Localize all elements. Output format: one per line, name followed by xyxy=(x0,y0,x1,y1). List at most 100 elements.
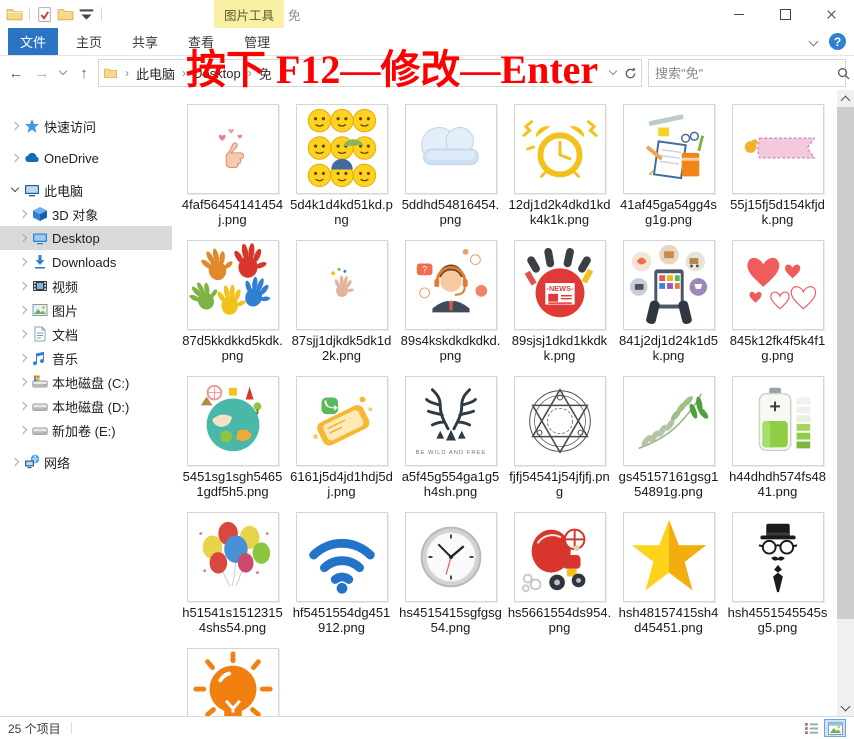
hexagram-thumbnail[interactable] xyxy=(513,376,606,466)
chevron-right-icon[interactable] xyxy=(16,230,32,246)
chevron-right-icon[interactable] xyxy=(16,254,32,270)
banner-thumbnail[interactable] xyxy=(731,104,824,194)
tablet-shopping-thumbnail[interactable] xyxy=(622,240,715,330)
vertical-scrollbar[interactable] xyxy=(837,90,854,717)
travel-globe-thumbnail[interactable] xyxy=(186,376,279,466)
cloud-thumbnail[interactable] xyxy=(404,104,497,194)
file-tile[interactable]: 5ddhd54816454.png xyxy=(396,104,505,240)
file-tile[interactable]: fjfj54541j54jfjfj.png xyxy=(505,376,614,512)
properties-check-icon[interactable] xyxy=(36,6,53,23)
file-tile[interactable]: 87d5kkdkkd5kdk.png xyxy=(178,240,287,376)
tab-manage[interactable]: 管理 xyxy=(232,28,282,55)
minimize-button[interactable] xyxy=(716,0,762,28)
chevron-right-icon[interactable] xyxy=(16,302,32,318)
file-tile[interactable]: hsh48157415sh4d45451.png xyxy=(614,512,723,648)
scroll-up-icon[interactable] xyxy=(837,90,854,107)
history-chevron-icon[interactable] xyxy=(56,68,70,78)
new-folder-icon[interactable] xyxy=(57,6,74,23)
tab-file[interactable]: 文件 xyxy=(8,28,59,55)
collapse-ribbon-icon[interactable] xyxy=(809,37,819,47)
file-tile[interactable]: BE WILD AND FREE a5f45g554ga1g5h4sh.png xyxy=(396,376,505,512)
news-mics-thumbnail[interactable]: -NEWS- xyxy=(513,240,606,330)
sidebar-item-videos[interactable]: 视频 xyxy=(0,274,172,298)
chevron-right-icon[interactable] xyxy=(16,350,32,366)
file-tile[interactable]: 5d4k1d4kd51kd.png xyxy=(287,104,396,240)
file-tile[interactable]: hsh4551545545sg5.png xyxy=(723,512,832,648)
sidebar-item-pictures[interactable]: 图片 xyxy=(0,298,172,322)
sidebar-item-documents[interactable]: 文档 xyxy=(0,322,172,346)
up-icon[interactable]: ↑ xyxy=(72,65,96,82)
scroll-down-icon[interactable] xyxy=(837,700,854,717)
sidebar-item-quick-access[interactable]: 快速访问 xyxy=(0,114,172,138)
chevron-right-icon[interactable] xyxy=(16,326,32,342)
chevron-right-icon[interactable] xyxy=(16,206,32,222)
breadcrumb-current-folder[interactable]: 免 xyxy=(259,64,272,83)
maximize-button[interactable] xyxy=(762,0,808,28)
details-view-button[interactable] xyxy=(800,719,822,737)
file-tile[interactable]: h51541s15123154shs54.png xyxy=(178,512,287,648)
address-bar[interactable]: › 此电脑 › Desktop › 免 xyxy=(98,59,642,87)
chevron-right-icon[interactable] xyxy=(16,374,32,390)
file-tile[interactable]: hs4515415sgfgsg54.png xyxy=(396,512,505,648)
file-tile[interactable]: gs45157161gsg154891g.png xyxy=(614,376,723,512)
chevron-right-icon[interactable] xyxy=(16,278,32,294)
file-tile[interactable]: -NEWS- 89sjsj1dkd1kkdkk.png xyxy=(505,240,614,376)
sidebar-item-desktop[interactable]: Desktop xyxy=(0,226,172,250)
tab-view[interactable]: 查看 xyxy=(176,28,226,55)
gold-star-thumbnail[interactable] xyxy=(622,512,715,602)
sidebar-item-music[interactable]: 音乐 xyxy=(0,346,172,370)
sidebar-item-disk-e[interactable]: 新加卷 (E:) xyxy=(0,418,172,442)
file-tile[interactable]: ? 89s4kskdkdkdkd.png xyxy=(396,240,505,376)
battery-thumbnail[interactable] xyxy=(731,376,824,466)
file-tile[interactable]: 841j2dj1d24k1d5k.png xyxy=(614,240,723,376)
stationery-thumbnail[interactable] xyxy=(622,104,715,194)
chevron-right-icon[interactable] xyxy=(16,398,32,414)
chevron-right-icon[interactable] xyxy=(16,422,32,438)
folder-icon[interactable] xyxy=(6,6,23,23)
handprints-thumbnail[interactable] xyxy=(186,240,279,330)
chevron-down-icon[interactable] xyxy=(8,182,24,198)
sidebar-item-this-pc[interactable]: 此电脑 xyxy=(0,178,172,202)
refresh-icon[interactable] xyxy=(624,67,637,80)
chevron-right-icon[interactable] xyxy=(8,150,24,166)
file-tile[interactable]: hs5661554ds954.png xyxy=(505,512,614,648)
sidebar-item-disk-c[interactable]: 本地磁盘 (C:) xyxy=(0,370,172,394)
thumbs-up-hearts-thumbnail[interactable] xyxy=(186,104,279,194)
chevron-right-icon[interactable] xyxy=(8,454,24,470)
leaves-thumbnail[interactable] xyxy=(622,376,715,466)
file-tile[interactable]: 6161j5d4jd1hdj5dj.png xyxy=(287,376,396,512)
back-icon[interactable]: ← xyxy=(4,65,28,82)
balloons-thumbnail[interactable] xyxy=(186,512,279,602)
tab-home[interactable]: 主页 xyxy=(64,28,114,55)
sidebar-item-disk-d[interactable]: 本地磁盘 (D:) xyxy=(0,394,172,418)
support-agent-thumbnail[interactable]: ? xyxy=(404,240,497,330)
search-input[interactable] xyxy=(649,65,837,81)
file-tile[interactable]: 845k12fk4f5k4f1g.png xyxy=(723,240,832,376)
sidebar-item-downloads[interactable]: Downloads xyxy=(0,250,172,274)
file-tile[interactable]: 4faf56454141454j.png xyxy=(178,104,287,240)
sidebar-item-3d-objects[interactable]: 3D 对象 xyxy=(0,202,172,226)
search-icon[interactable] xyxy=(837,67,854,80)
file-tile[interactable]: hf5451554dg451912.png xyxy=(287,512,396,648)
small-hand-thumbnail[interactable] xyxy=(295,240,388,330)
breadcrumb-this-pc[interactable]: 此电脑 xyxy=(136,64,175,83)
close-button[interactable] xyxy=(808,0,854,28)
tab-share[interactable]: 共享 xyxy=(120,28,170,55)
phone-iso-thumbnail[interactable] xyxy=(295,376,388,466)
file-tile[interactable]: 5451sg1sgh54651gdf5h5.png xyxy=(178,376,287,512)
forward-icon[interactable]: → xyxy=(30,65,54,82)
wall-clock-thumbnail[interactable] xyxy=(404,512,497,602)
sidebar-item-onedrive[interactable]: OneDrive xyxy=(0,146,172,170)
file-tile[interactable]: 55j15fj5d154kfjdk.png xyxy=(723,104,832,240)
sidebar-item-network[interactable]: 网络 xyxy=(0,450,172,474)
file-tile[interactable]: 41af45ga54gg4sg1g.png xyxy=(614,104,723,240)
breadcrumb-desktop[interactable]: Desktop xyxy=(193,66,241,81)
alarm-clock-thumbnail[interactable] xyxy=(513,104,606,194)
help-icon[interactable] xyxy=(829,33,846,50)
wifi-thumbnail[interactable] xyxy=(295,512,388,602)
file-tile[interactable]: 87sjj1djkdk5dk1d2k.png xyxy=(287,240,396,376)
address-dropdown-icon[interactable] xyxy=(606,68,620,78)
customize-toolbar-icon[interactable] xyxy=(78,6,95,23)
file-tile[interactable]: 12dj1d2k4dkd1kdk4k1k.png xyxy=(505,104,614,240)
antlers-thumbnail[interactable]: BE WILD AND FREE xyxy=(404,376,497,466)
